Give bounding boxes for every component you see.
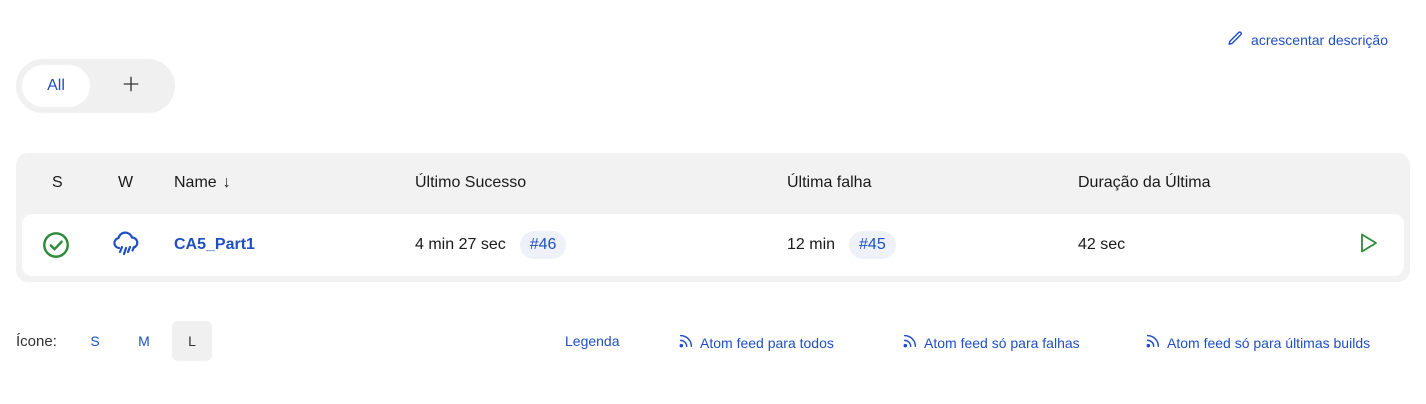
rss-icon bbox=[1145, 333, 1161, 352]
last-failure-build-link[interactable]: #45 bbox=[849, 231, 896, 259]
atom-feed-latest-label: Atom feed só para últimas builds bbox=[1167, 334, 1371, 351]
last-success-build-link[interactable]: #46 bbox=[519, 231, 567, 259]
column-status: S bbox=[52, 174, 63, 191]
job-table: S W Name ↓ Último Sucesso Última falha Du… bbox=[16, 153, 1410, 282]
job-name-link[interactable]: CA5_Part1 bbox=[174, 236, 255, 254]
rss-icon bbox=[902, 333, 918, 352]
column-last-failure: Última falha bbox=[787, 174, 872, 191]
table-header: S W Name ↓ Último Sucesso Última falha Du… bbox=[16, 153, 1410, 213]
rain-cloud-icon bbox=[110, 214, 142, 276]
last-success-cell: 4 min 27 sec #46 bbox=[415, 214, 567, 276]
icon-size-l-button[interactable]: L bbox=[172, 321, 212, 361]
dashboard-page: acrescentar descrição All S W Name ↓ Últi… bbox=[0, 0, 1426, 404]
column-name-label: Name bbox=[174, 174, 217, 191]
last-failure-cell: 12 min #45 bbox=[787, 214, 896, 276]
last-success-time: 4 min 27 sec bbox=[415, 236, 506, 253]
job-name-cell: CA5_Part1 bbox=[174, 214, 255, 276]
legend-label: Legenda bbox=[565, 333, 620, 349]
play-icon bbox=[1356, 231, 1380, 260]
last-duration-cell: 42 sec bbox=[1078, 236, 1126, 253]
schedule-build-button[interactable] bbox=[1356, 214, 1380, 276]
rss-icon bbox=[678, 333, 694, 352]
column-last-success: Último Sucesso bbox=[415, 174, 527, 191]
icon-size-m-button[interactable]: M bbox=[124, 321, 164, 361]
add-description-link[interactable]: acrescentar descrição bbox=[1227, 30, 1388, 50]
column-name[interactable]: Name ↓ bbox=[174, 174, 231, 192]
atom-feed-latest-link[interactable]: Atom feed só para últimas builds bbox=[1145, 333, 1370, 352]
pencil-icon bbox=[1227, 30, 1244, 50]
plus-icon bbox=[122, 75, 140, 98]
sort-arrow-icon: ↓ bbox=[222, 174, 231, 191]
add-description-label: acrescentar descrição bbox=[1251, 32, 1388, 48]
tab-all[interactable]: All bbox=[22, 65, 90, 107]
column-last-duration: Duração da Última bbox=[1078, 174, 1211, 191]
view-tabs: All bbox=[16, 59, 175, 113]
atom-feed-all-label: Atom feed para todos bbox=[700, 334, 834, 351]
table-row: CA5_Part1 4 min 27 sec #46 12 min #45 42… bbox=[22, 214, 1404, 276]
atom-feed-all-link[interactable]: Atom feed para todos bbox=[678, 333, 834, 352]
footer: Ícone: S M L Legenda Atom feed para todo… bbox=[16, 321, 1388, 361]
success-check-icon bbox=[41, 214, 71, 276]
legend-link[interactable]: Legenda bbox=[565, 333, 620, 349]
column-weather: W bbox=[118, 174, 134, 191]
atom-feed-failures-link[interactable]: Atom feed só para falhas bbox=[902, 333, 1080, 352]
atom-feed-failures-label: Atom feed só para falhas bbox=[924, 334, 1080, 351]
add-view-button[interactable] bbox=[96, 65, 166, 107]
last-failure-time: 12 min bbox=[787, 236, 836, 253]
icon-size-s-button[interactable]: S bbox=[75, 321, 115, 361]
icon-size-label: Ícone: bbox=[16, 333, 57, 350]
